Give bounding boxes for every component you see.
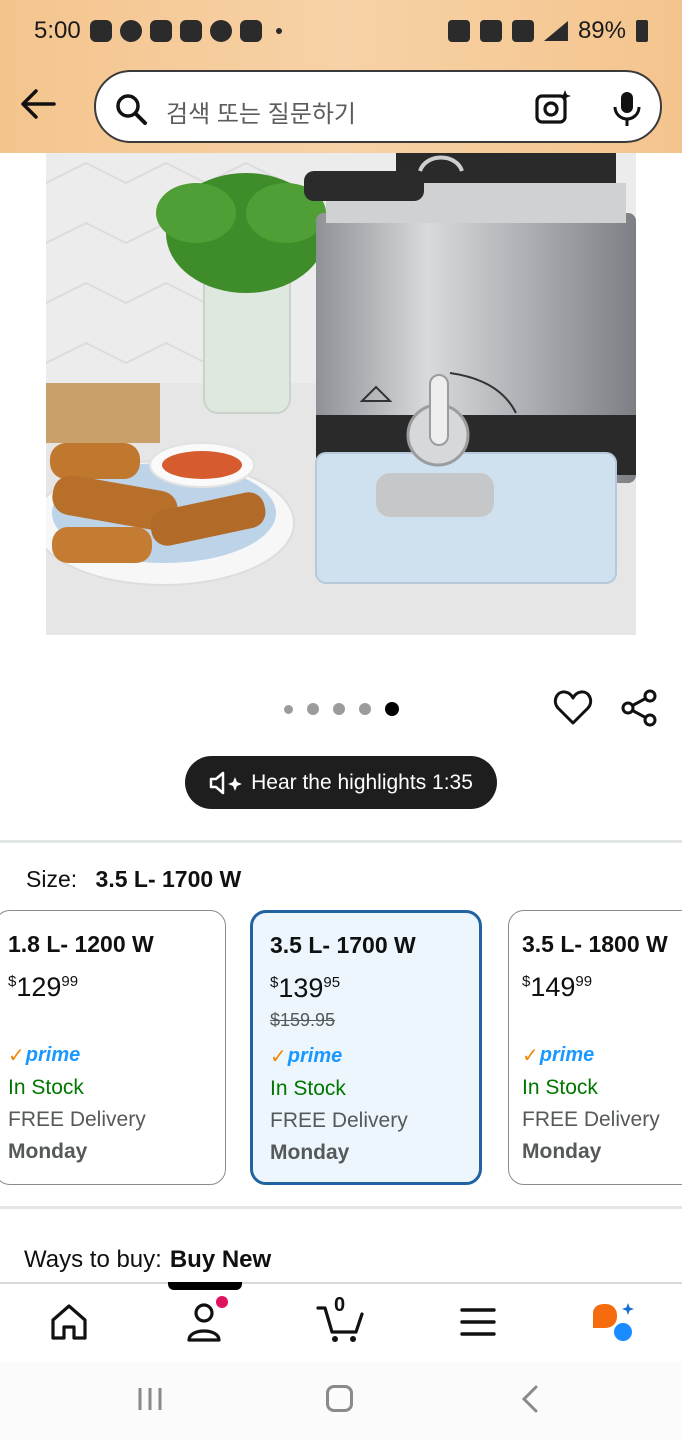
share-icon[interactable] (619, 688, 659, 728)
pagination-dot[interactable] (333, 703, 345, 715)
account-tab[interactable] (182, 1296, 228, 1344)
prime-badge: ✓ prime (522, 1044, 595, 1067)
notification-icons (90, 20, 282, 42)
option-old-price: $159.95 (270, 1010, 336, 1030)
battery-percent: 89% (577, 17, 626, 44)
size-option-card[interactable]: 1.8 L- 1200 W $12999 ✓ prime In Stock FRE… (0, 910, 226, 1185)
recent-apps-icon[interactable] (136, 1386, 164, 1412)
talk-icon (150, 20, 172, 42)
battery-icon (636, 20, 648, 42)
stock-status: In Stock (522, 1076, 598, 1099)
search-icon (116, 94, 147, 125)
cart-tab[interactable]: 0 (316, 1294, 366, 1344)
divider (0, 840, 682, 843)
wifi-icon (511, 20, 534, 42)
option-name: 1.8 L- 1200 W (8, 931, 154, 957)
bottom-navigation: 0 (0, 1282, 682, 1362)
option-price: $12999 (8, 972, 79, 1002)
prime-badge: ✓ prime (8, 1044, 81, 1067)
hear-highlights-button[interactable]: Hear the highlights 1:35 (185, 756, 497, 809)
size-label: Size: (26, 866, 78, 892)
delivery-day: Monday (270, 1141, 350, 1164)
pagination-dot[interactable] (359, 703, 371, 715)
heart-icon[interactable] (553, 688, 593, 728)
home-icon[interactable] (47, 1300, 91, 1344)
delivery-info: FREE Delivery (522, 1108, 660, 1131)
size-option-card-selected[interactable]: 3.5 L- 1700 W $13995 $159.95 ✓ prime In S… (250, 910, 482, 1185)
system-indicators: 89% (447, 17, 648, 45)
mute-icon (479, 20, 502, 42)
prime-badge: ✓ prime (270, 1045, 343, 1068)
speaker-sparkle-icon (209, 771, 243, 794)
camera-search-icon[interactable] (534, 88, 572, 126)
menu-icon[interactable] (456, 1300, 500, 1344)
divider (0, 1206, 682, 1209)
signal-icon (543, 21, 568, 41)
image-pagination[interactable] (284, 702, 399, 716)
more-notifications-icon (276, 28, 282, 34)
pagination-dot[interactable] (307, 703, 319, 715)
ways-to-buy-value: Buy New (169, 1246, 272, 1273)
home-button-icon[interactable] (326, 1385, 353, 1412)
delivery-day: Monday (522, 1140, 602, 1163)
prime-check-icon: ✓ (8, 1045, 25, 1067)
cart-count: 0 (334, 1294, 346, 1316)
rufus-assistant-icon[interactable] (590, 1300, 634, 1344)
highlights-label: Hear the highlights 1:35 (251, 770, 473, 794)
option-old-price (522, 1009, 682, 1035)
prime-check-icon: ✓ (522, 1045, 539, 1067)
option-name: 3.5 L- 1700 W (270, 932, 416, 958)
alarm-icon (447, 20, 470, 42)
delivery-day: Monday (8, 1140, 88, 1163)
search-input[interactable]: 검색 또는 질문하기 (166, 94, 356, 129)
notification-badge (216, 1296, 228, 1308)
microphone-icon[interactable] (612, 90, 642, 128)
system-navigation-bar (0, 1362, 682, 1440)
status-time: 5:00 (34, 17, 81, 44)
talk-icon (180, 20, 202, 42)
delivery-info: FREE Delivery (8, 1108, 146, 1131)
chat-icon (120, 20, 142, 42)
header: 5:00 89% 검색 또는 질문하기 (0, 0, 682, 153)
ways-to-buy[interactable]: Ways to buy: Buy New (24, 1246, 271, 1274)
talk-icon (90, 20, 112, 42)
size-option-card[interactable]: 3.5 L- 1800 W $14999 ✓ prime In Stock FRE… (508, 910, 682, 1185)
option-price: $13995 (270, 973, 341, 1003)
account-icon (210, 20, 232, 42)
option-name: 3.5 L- 1800 W (522, 931, 668, 957)
back-arrow-icon[interactable] (16, 82, 60, 126)
prime-check-icon: ✓ (270, 1046, 287, 1068)
option-old-price (8, 1009, 225, 1035)
size-selector-label: Size: 3.5 L- 1700 W (26, 866, 241, 893)
search-bar[interactable]: 검색 또는 질문하기 (94, 70, 662, 143)
status-bar: 5:00 89% (0, 0, 682, 64)
stock-status: In Stock (270, 1077, 346, 1100)
size-value: 3.5 L- 1700 W (95, 866, 242, 892)
ways-to-buy-label: Ways to buy: (24, 1246, 162, 1273)
option-price: $14999 (522, 972, 593, 1002)
delivery-info: FREE Delivery (270, 1109, 408, 1132)
active-tab-indicator (168, 1282, 242, 1290)
pagination-dot-active[interactable] (385, 702, 399, 716)
stock-status: In Stock (8, 1076, 84, 1099)
product-image[interactable] (46, 153, 636, 635)
app-notification-icon (240, 20, 262, 42)
pagination-dot[interactable] (284, 704, 293, 714)
system-back-icon[interactable] (520, 1384, 540, 1414)
